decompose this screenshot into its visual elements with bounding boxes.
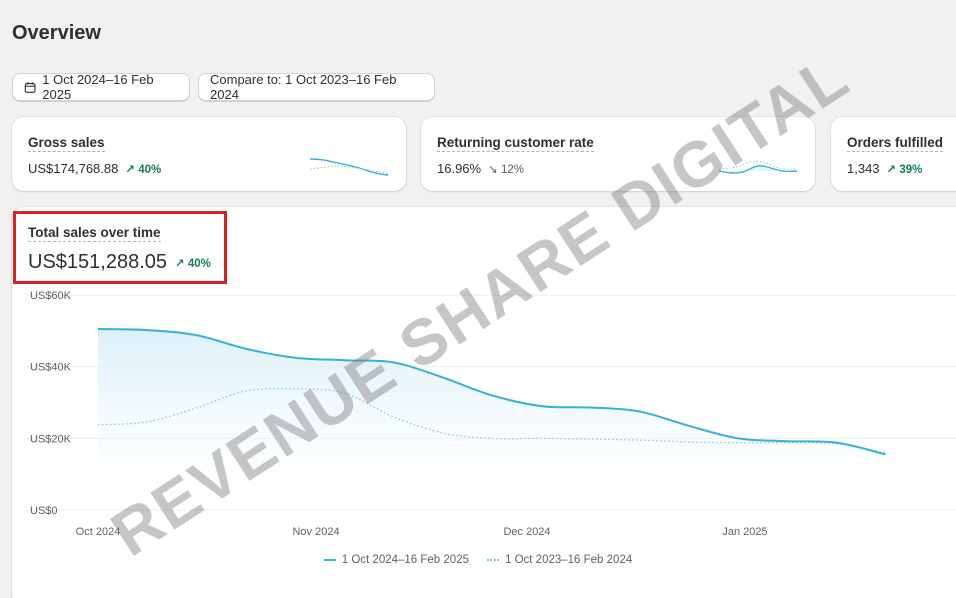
x-tick-label: Oct 2024 [76, 526, 121, 538]
legend-dotted-swatch [487, 559, 499, 561]
chart-legend: 1 Oct 2024–16 Feb 2025 1 Oct 2023–16 Feb… [0, 554, 956, 566]
area-fill-current [98, 329, 886, 510]
y-tick-label: US$20K [30, 433, 72, 445]
x-tick-label: Jan 2025 [722, 526, 767, 538]
legend-label: 1 Oct 2024–16 Feb 2025 [341, 554, 469, 566]
legend-item-current[interactable]: 1 Oct 2024–16 Feb 2025 [323, 554, 469, 566]
x-tick-label: Nov 2024 [292, 526, 339, 538]
legend-label: 1 Oct 2023–16 Feb 2024 [505, 554, 633, 566]
x-tick-label: Dec 2024 [503, 526, 550, 538]
legend-solid-swatch [323, 559, 336, 561]
legend-item-comparison[interactable]: 1 Oct 2023–16 Feb 2024 [487, 554, 632, 566]
y-tick-label: US$0 [30, 505, 58, 517]
y-tick-label: US$60K [30, 290, 72, 302]
highlight-box [13, 211, 227, 284]
y-tick-label: US$40K [30, 362, 72, 374]
sales-line-chart: US$0 US$20K US$40K US$60K Oct 2024 Nov 2024 De… [26, 290, 956, 538]
